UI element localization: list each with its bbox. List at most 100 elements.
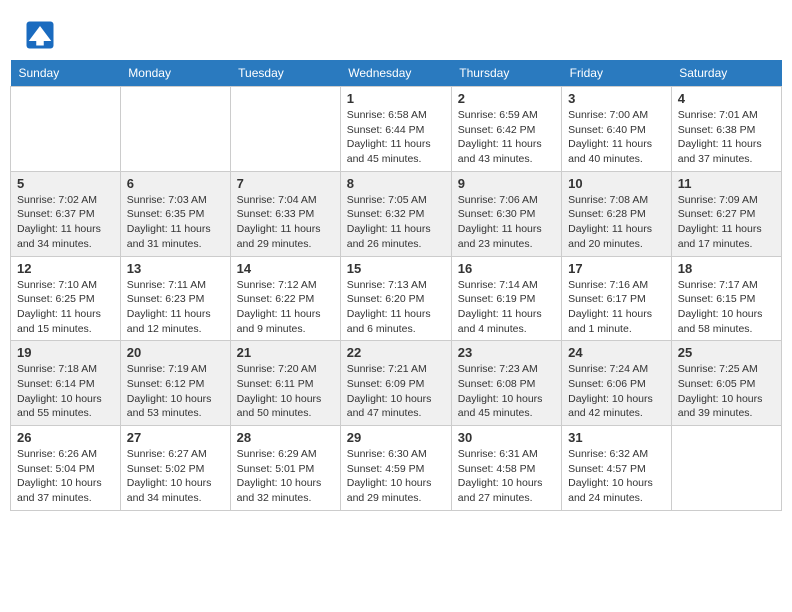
calendar-day-cell: 17 Sunrise: 7:16 AM Sunset: 6:17 PM Dayli… (562, 256, 672, 341)
day-number: 11 (678, 176, 775, 191)
day-number: 1 (347, 91, 445, 106)
calendar-day-cell: 7 Sunrise: 7:04 AM Sunset: 6:33 PM Daylig… (230, 171, 340, 256)
day-number: 31 (568, 430, 665, 445)
day-number: 6 (127, 176, 224, 191)
day-info: Sunrise: 7:10 AM Sunset: 6:25 PM Dayligh… (17, 278, 114, 337)
calendar-day-cell: 14Sunrise: 7:12 AM Sunset: 6:22 PM Dayli… (230, 256, 340, 341)
calendar-day-cell: 20 Sunrise: 7:19 AM Sunset: 6:12 PM Dayli… (120, 341, 230, 426)
day-info: Sunrise: 7:11 AM Sunset: 6:23 PM Dayligh… (127, 278, 224, 337)
day-of-week-header: Thursday (451, 60, 561, 87)
calendar-day-cell: 8Sunrise: 7:05 AM Sunset: 6:32 PM Daylig… (340, 171, 451, 256)
calendar-header-row: SundayMondayTuesdayWednesdayThursdayFrid… (11, 60, 782, 87)
day-number: 3 (568, 91, 665, 106)
day-info: Sunrise: 7:20 AM Sunset: 6:11 PM Dayligh… (237, 362, 334, 421)
page-header (10, 10, 782, 55)
day-number: 14 (237, 261, 334, 276)
day-info: Sunrise: 7:08 AM Sunset: 6:28 PM Dayligh… (568, 193, 665, 252)
day-info: Sunrise: 7:02 AM Sunset: 6:37 PM Dayligh… (17, 193, 114, 252)
day-info: Sunrise: 6:32 AM Sunset: 4:57 PM Dayligh… (568, 447, 665, 506)
calendar-day-cell: 18 Sunrise: 7:17 AM Sunset: 6:15 PM Dayli… (671, 256, 781, 341)
day-info: Sunrise: 6:30 AM Sunset: 4:59 PM Dayligh… (347, 447, 445, 506)
calendar-day-cell (120, 87, 230, 172)
day-info: Sunrise: 7:13 AM Sunset: 6:20 PM Dayligh… (347, 278, 445, 337)
day-number: 26 (17, 430, 114, 445)
calendar-day-cell: 19Sunrise: 7:18 AM Sunset: 6:14 PM Dayli… (11, 341, 121, 426)
day-info: Sunrise: 6:29 AM Sunset: 5:01 PM Dayligh… (237, 447, 334, 506)
day-number: 7 (237, 176, 334, 191)
day-number: 13 (127, 261, 224, 276)
calendar-day-cell: 1 Sunrise: 6:58 AM Sunset: 6:44 PM Daylig… (340, 87, 451, 172)
day-number: 12 (17, 261, 114, 276)
calendar-day-cell: 6Sunrise: 7:03 AM Sunset: 6:35 PM Daylig… (120, 171, 230, 256)
day-info: Sunrise: 7:24 AM Sunset: 6:06 PM Dayligh… (568, 362, 665, 421)
day-number: 28 (237, 430, 334, 445)
day-info: Sunrise: 7:14 AM Sunset: 6:19 PM Dayligh… (458, 278, 555, 337)
calendar-day-cell: 27 Sunrise: 6:27 AM Sunset: 5:02 PM Dayli… (120, 426, 230, 511)
day-number: 4 (678, 91, 775, 106)
day-number: 30 (458, 430, 555, 445)
calendar-day-cell: 5 Sunrise: 7:02 AM Sunset: 6:37 PM Daylig… (11, 171, 121, 256)
day-number: 21 (237, 345, 334, 360)
day-info: Sunrise: 7:19 AM Sunset: 6:12 PM Dayligh… (127, 362, 224, 421)
day-info: Sunrise: 6:59 AM Sunset: 6:42 PM Dayligh… (458, 108, 555, 167)
calendar-day-cell: 13 Sunrise: 7:11 AM Sunset: 6:23 PM Dayli… (120, 256, 230, 341)
day-info: Sunrise: 6:31 AM Sunset: 4:58 PM Dayligh… (458, 447, 555, 506)
day-info: Sunrise: 7:17 AM Sunset: 6:15 PM Dayligh… (678, 278, 775, 337)
calendar-day-cell: 29 Sunrise: 6:30 AM Sunset: 4:59 PM Dayli… (340, 426, 451, 511)
day-number: 16 (458, 261, 555, 276)
day-number: 27 (127, 430, 224, 445)
calendar-day-cell: 16 Sunrise: 7:14 AM Sunset: 6:19 PM Dayli… (451, 256, 561, 341)
calendar-day-cell: 31 Sunrise: 6:32 AM Sunset: 4:57 PM Dayli… (562, 426, 672, 511)
day-info: Sunrise: 7:04 AM Sunset: 6:33 PM Dayligh… (237, 193, 334, 252)
calendar-day-cell: 21 Sunrise: 7:20 AM Sunset: 6:11 PM Dayli… (230, 341, 340, 426)
day-number: 9 (458, 176, 555, 191)
calendar-week-row: 5 Sunrise: 7:02 AM Sunset: 6:37 PM Daylig… (11, 171, 782, 256)
calendar-day-cell (11, 87, 121, 172)
calendar-week-row: 26 Sunrise: 6:26 AM Sunset: 5:04 PM Dayli… (11, 426, 782, 511)
calendar-day-cell: 22Sunrise: 7:21 AM Sunset: 6:09 PM Dayli… (340, 341, 451, 426)
day-number: 25 (678, 345, 775, 360)
calendar-day-cell: 25Sunrise: 7:25 AM Sunset: 6:05 PM Dayli… (671, 341, 781, 426)
calendar-day-cell: 11 Sunrise: 7:09 AM Sunset: 6:27 PM Dayli… (671, 171, 781, 256)
calendar-day-cell: 12 Sunrise: 7:10 AM Sunset: 6:25 PM Dayli… (11, 256, 121, 341)
day-number: 18 (678, 261, 775, 276)
calendar-week-row: 12 Sunrise: 7:10 AM Sunset: 6:25 PM Dayli… (11, 256, 782, 341)
day-of-week-header: Sunday (11, 60, 121, 87)
calendar-week-row: 1 Sunrise: 6:58 AM Sunset: 6:44 PM Daylig… (11, 87, 782, 172)
day-of-week-header: Saturday (671, 60, 781, 87)
day-info: Sunrise: 7:00 AM Sunset: 6:40 PM Dayligh… (568, 108, 665, 167)
calendar-day-cell: 3 Sunrise: 7:00 AM Sunset: 6:40 PM Daylig… (562, 87, 672, 172)
day-info: Sunrise: 6:27 AM Sunset: 5:02 PM Dayligh… (127, 447, 224, 506)
calendar-day-cell: 4 Sunrise: 7:01 AM Sunset: 6:38 PM Daylig… (671, 87, 781, 172)
calendar-day-cell: 15 Sunrise: 7:13 AM Sunset: 6:20 PM Dayli… (340, 256, 451, 341)
day-info: Sunrise: 7:16 AM Sunset: 6:17 PM Dayligh… (568, 278, 665, 337)
day-number: 29 (347, 430, 445, 445)
day-number: 22 (347, 345, 445, 360)
day-number: 8 (347, 176, 445, 191)
day-of-week-header: Monday (120, 60, 230, 87)
day-number: 5 (17, 176, 114, 191)
day-info: Sunrise: 7:23 AM Sunset: 6:08 PM Dayligh… (458, 362, 555, 421)
calendar-day-cell: 10 Sunrise: 7:08 AM Sunset: 6:28 PM Dayli… (562, 171, 672, 256)
day-number: 24 (568, 345, 665, 360)
calendar-day-cell: 28 Sunrise: 6:29 AM Sunset: 5:01 PM Dayli… (230, 426, 340, 511)
day-info: Sunrise: 7:09 AM Sunset: 6:27 PM Dayligh… (678, 193, 775, 252)
calendar-day-cell: 24 Sunrise: 7:24 AM Sunset: 6:06 PM Dayli… (562, 341, 672, 426)
day-info: Sunrise: 7:06 AM Sunset: 6:30 PM Dayligh… (458, 193, 555, 252)
day-info: Sunrise: 7:01 AM Sunset: 6:38 PM Dayligh… (678, 108, 775, 167)
calendar-day-cell: 26 Sunrise: 6:26 AM Sunset: 5:04 PM Dayli… (11, 426, 121, 511)
calendar-day-cell: 30 Sunrise: 6:31 AM Sunset: 4:58 PM Dayli… (451, 426, 561, 511)
day-number: 10 (568, 176, 665, 191)
calendar-day-cell: 23Sunrise: 7:23 AM Sunset: 6:08 PM Dayli… (451, 341, 561, 426)
day-info: Sunrise: 6:58 AM Sunset: 6:44 PM Dayligh… (347, 108, 445, 167)
day-number: 20 (127, 345, 224, 360)
day-of-week-header: Friday (562, 60, 672, 87)
day-number: 17 (568, 261, 665, 276)
day-number: 15 (347, 261, 445, 276)
calendar-day-cell: 2 Sunrise: 6:59 AM Sunset: 6:42 PM Daylig… (451, 87, 561, 172)
logo-icon (25, 20, 55, 50)
day-number: 2 (458, 91, 555, 106)
day-info: Sunrise: 6:26 AM Sunset: 5:04 PM Dayligh… (17, 447, 114, 506)
day-of-week-header: Wednesday (340, 60, 451, 87)
day-number: 19 (17, 345, 114, 360)
